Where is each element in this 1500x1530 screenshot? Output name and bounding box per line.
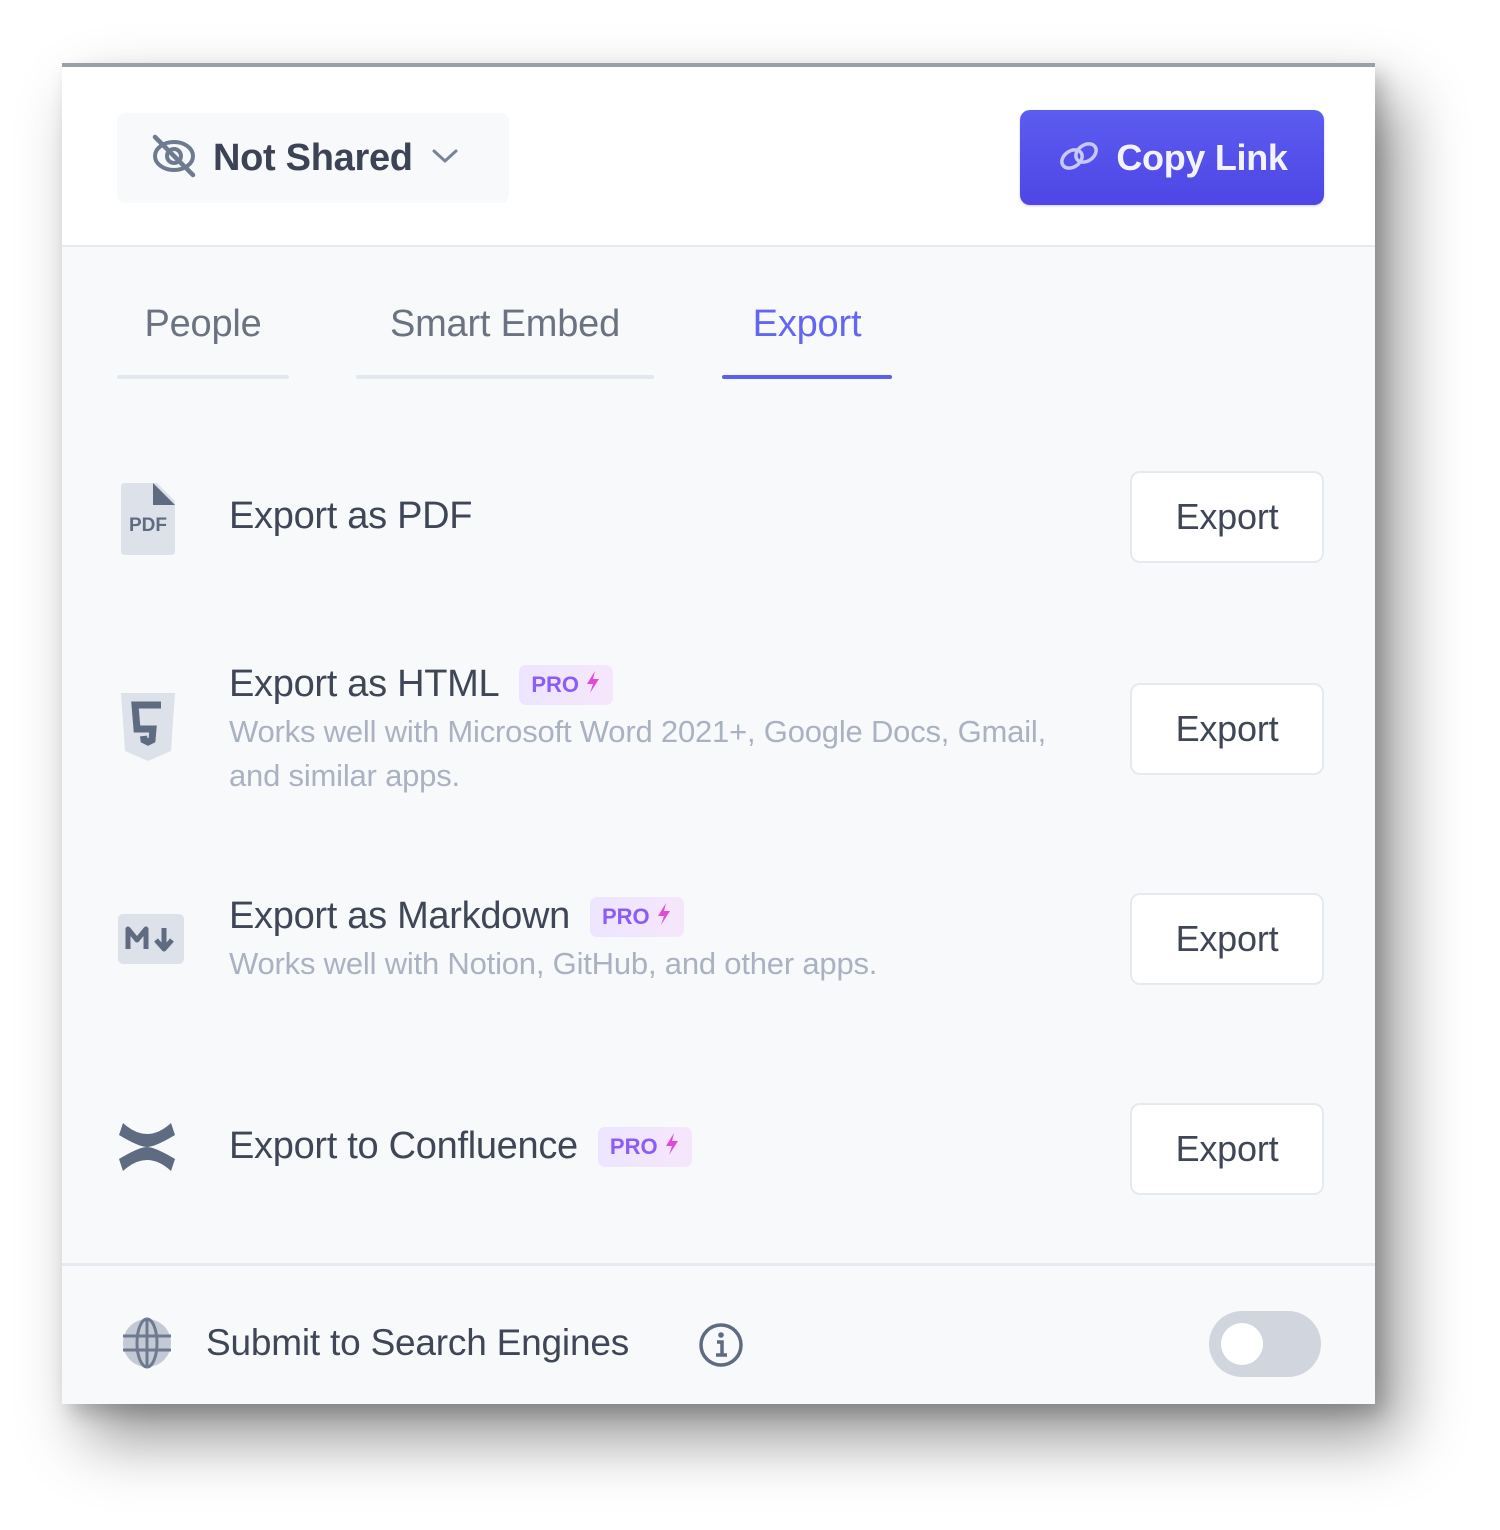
confluence-icon [117,1119,177,1180]
tab-underline [117,375,289,379]
export-pdf-button[interactable]: Export [1130,471,1324,563]
export-option-text: Export as Markdown PRO Works well with N… [229,895,877,986]
pro-badge: PRO [519,664,614,705]
pro-badge: PRO [597,1126,692,1167]
toggle-knob [1221,1323,1263,1365]
search-engine-label: Submit to Search Engines [206,1322,629,1363]
export-option-text: Export as HTML PRO Works well with Micro… [229,663,1049,798]
share-status-label: Not Shared [213,136,413,179]
export-html-button[interactable]: Export [1130,683,1324,775]
share-status-dropdown[interactable]: Not Shared [117,113,509,203]
tab-label: People [144,303,262,345]
export-option-pdf: PDF Export as PDF Export [117,467,1324,567]
lightning-icon [664,1132,680,1161]
export-option-markdown: Export as Markdown PRO Works well with N… [117,893,1324,995]
eye-off-icon [149,134,199,183]
export-option-confluence: Export to Confluence PRO Export [117,1103,1324,1203]
export-option-html: Export as HTML PRO Works well with Micro… [117,663,1324,803]
pro-badge-text: PRO [531,671,580,697]
tab-label: Smart Embed [389,303,621,345]
link-icon [1056,138,1102,177]
copy-link-label: Copy Link [1116,136,1288,178]
copy-link-button[interactable]: Copy Link [1020,110,1324,205]
tab-underline-active [722,375,892,379]
export-option-text: Export as PDF [229,495,472,538]
export-confluence-button[interactable]: Export [1130,1103,1324,1195]
search-engine-toggle[interactable] [1209,1311,1321,1377]
panel-header: Not Shared Copy Link [62,67,1375,247]
lightning-icon [585,670,601,699]
lightning-icon [656,902,672,931]
pro-badge: PRO [589,896,684,937]
svg-text:PDF: PDF [129,515,167,536]
pdf-file-icon: PDF [117,481,179,562]
html5-icon [117,691,179,768]
chevron-down-icon [431,147,459,170]
markdown-icon [117,913,185,970]
export-option-description: Works well with Notion, GitHub, and othe… [229,946,878,981]
pro-badge-text: PRO [609,1133,658,1159]
export-option-title: Export as Markdown [229,895,570,937]
export-option-title: Export as HTML [229,663,500,705]
export-option-text: Export to Confluence PRO [229,1125,692,1168]
export-option-title: Export as PDF [229,495,473,537]
tab-export[interactable]: Export [722,297,892,379]
export-option-title: Export to Confluence [229,1125,578,1167]
export-option-description: Works well with Microsoft Word 2021+, Go… [229,714,1046,793]
search-engine-footer: Submit to Search Engines [62,1263,1375,1404]
tab-underline [356,375,654,379]
export-markdown-button[interactable]: Export [1130,893,1324,985]
globe-icon [120,1316,174,1375]
tab-people[interactable]: People [117,297,289,379]
pro-badge-text: PRO [601,903,650,929]
tab-label: Export [752,303,862,345]
info-icon[interactable] [698,1322,744,1373]
tab-smart-embed[interactable]: Smart Embed [356,297,654,379]
share-export-panel: Not Shared Copy Link People Smart Embed … [62,63,1375,1404]
